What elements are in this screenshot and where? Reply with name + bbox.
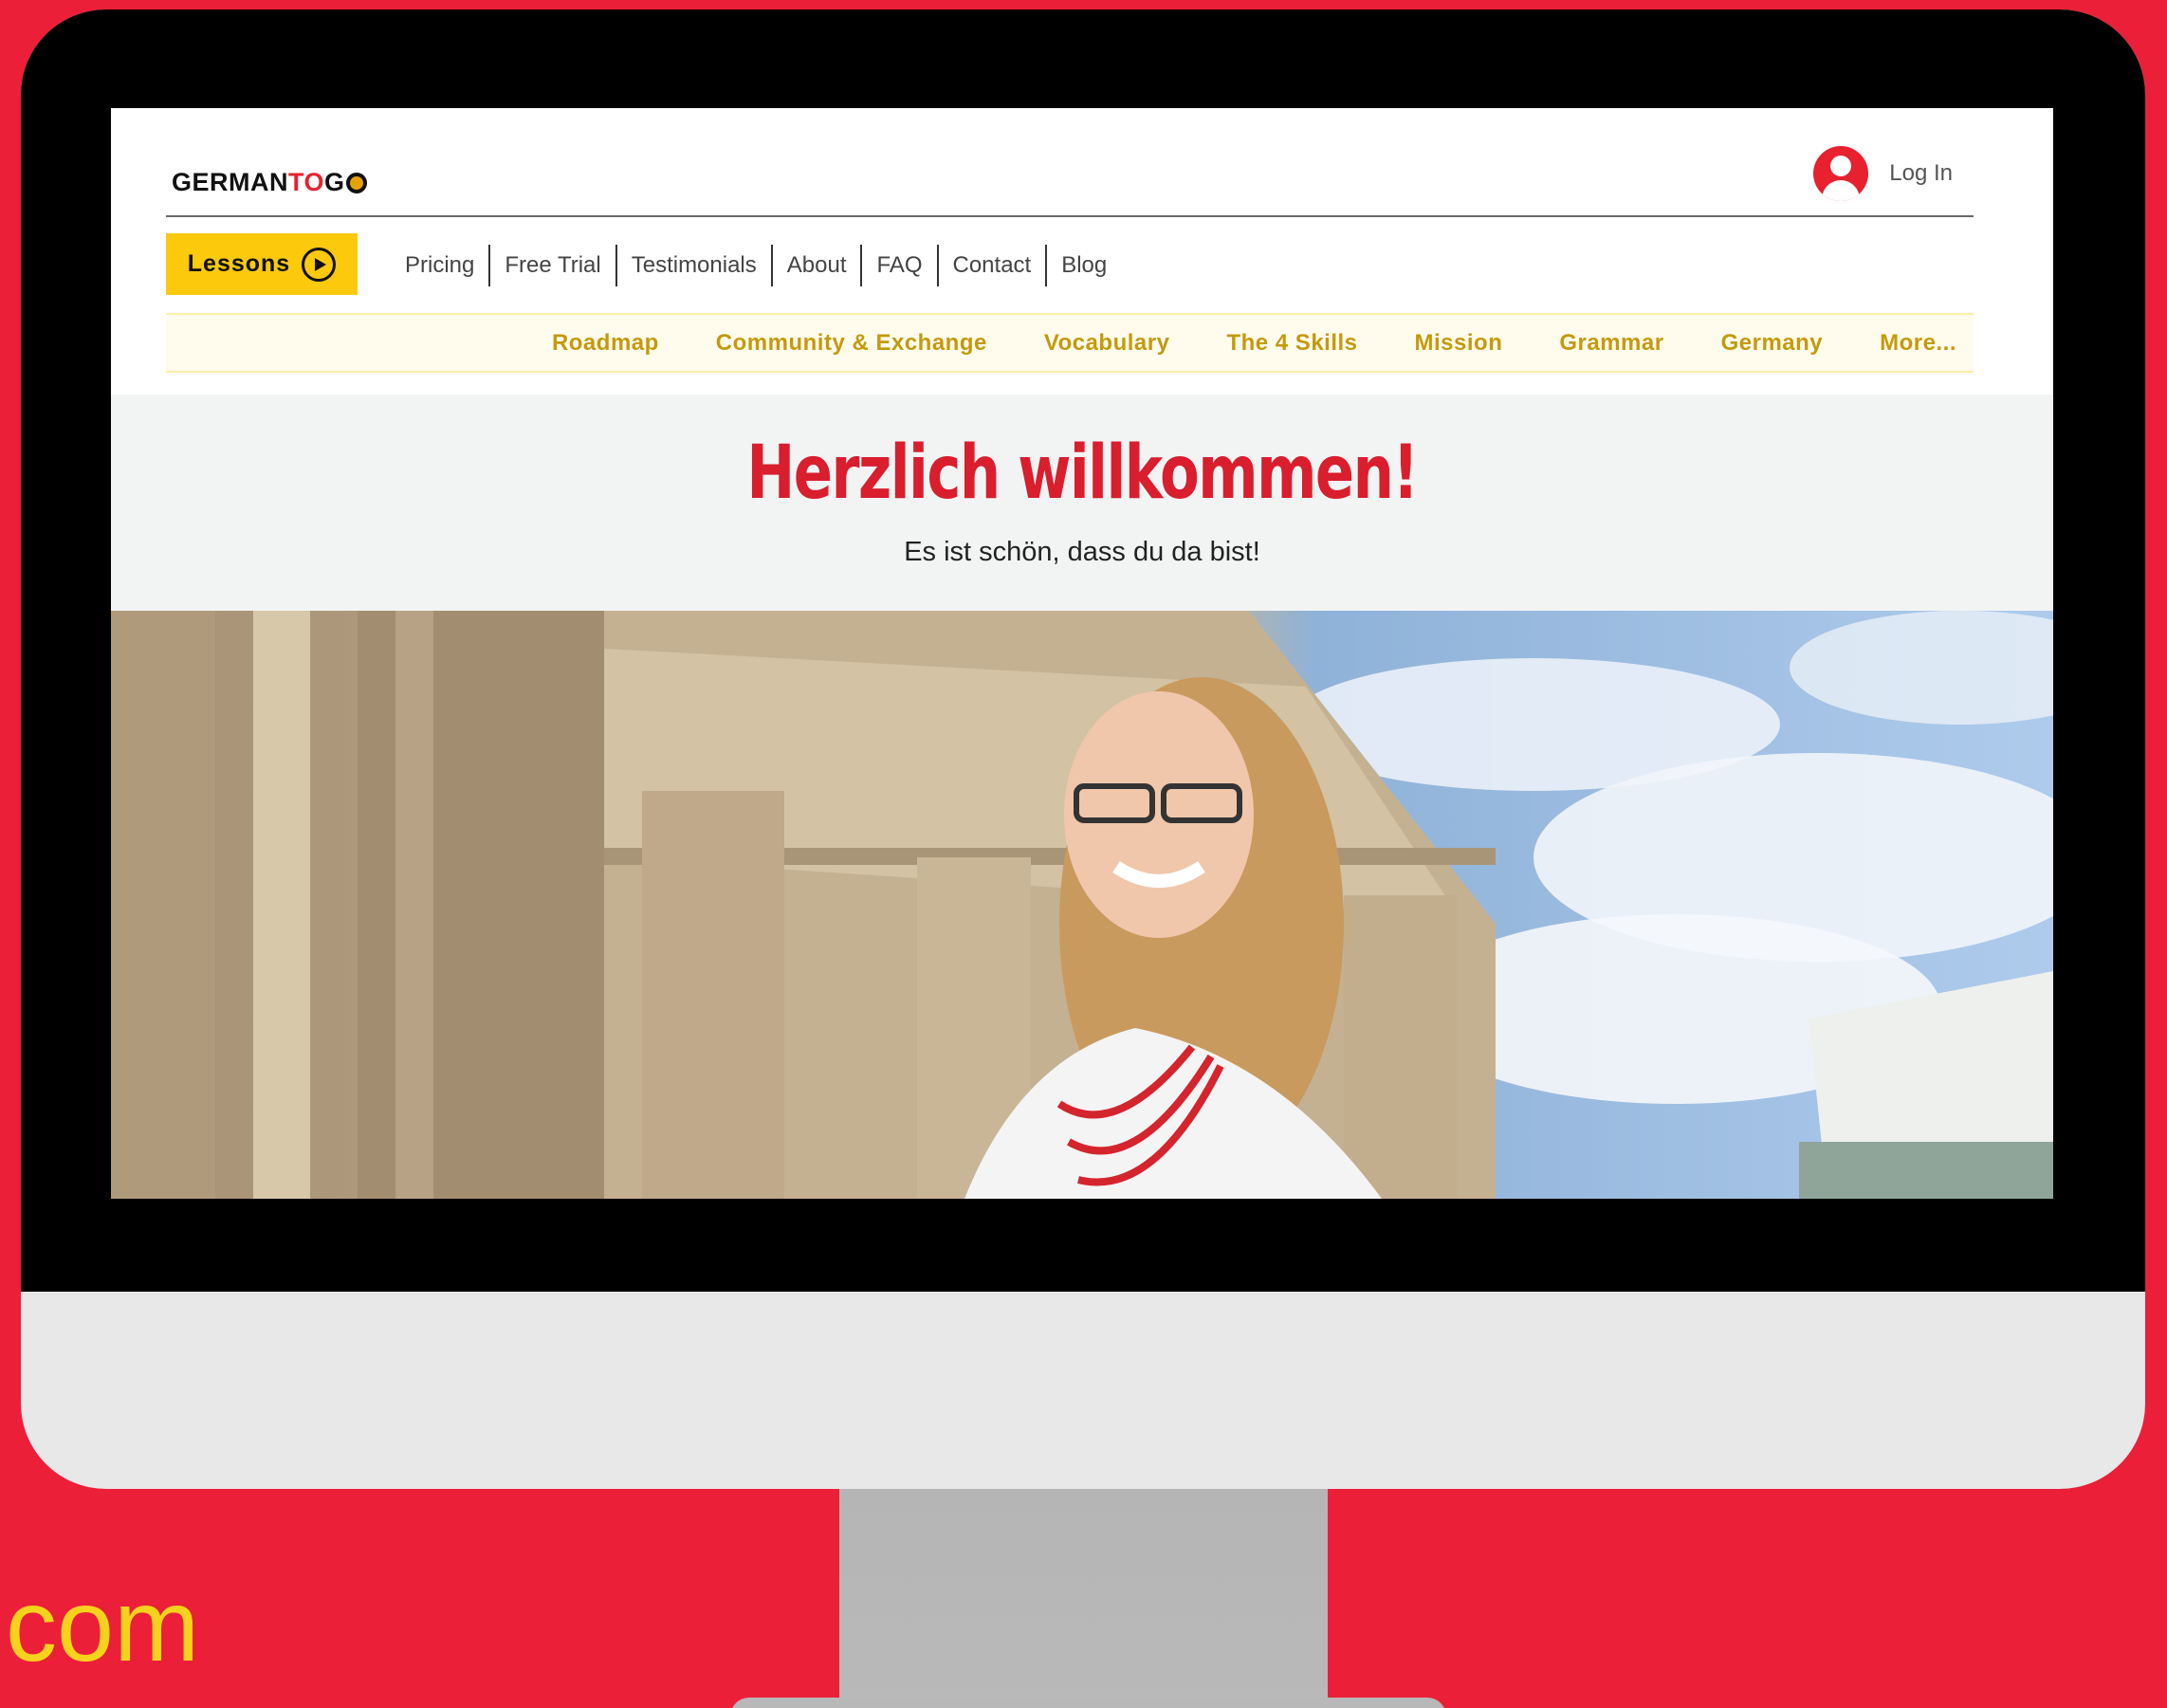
logo-dot-icon [345, 172, 367, 193]
nav-contact[interactable]: Contact [939, 245, 1048, 286]
lessons-label: Lessons [187, 250, 291, 277]
login-label: Log In [1889, 160, 1953, 186]
logo-text-to: TO [288, 168, 325, 196]
nav-free-trial[interactable]: Free Trial [490, 245, 617, 286]
subnav-vocabulary[interactable]: Vocabulary [1044, 330, 1170, 357]
hero-photo [111, 611, 2053, 1199]
nav-blog[interactable]: Blog [1047, 245, 1121, 286]
site-header: GERMAN TO G Log In [166, 108, 1974, 217]
logo-text-g: G [324, 168, 345, 196]
site-logo[interactable]: GERMAN TO G [172, 168, 367, 197]
hero-subtitle: Es ist schön, dass du da bist! [904, 537, 1260, 567]
subnav-roadmap[interactable]: Roadmap [552, 330, 659, 357]
user-avatar-icon [1813, 146, 1869, 201]
sub-nav: Roadmap Community & Exchange Vocabulary … [166, 313, 1974, 373]
logo-text-german: GERMAN [172, 168, 288, 196]
subnav-germany[interactable]: Germany [1721, 330, 1824, 357]
nav-faq[interactable]: FAQ [862, 245, 939, 286]
main-nav: Pricing Free Trial Testimonials About FA… [391, 243, 1121, 288]
nav-testimonials[interactable]: Testimonials [617, 245, 773, 286]
monitor-stand [839, 1489, 1328, 1708]
hero-section: Herzlich willkommen! Es ist schön, dass … [111, 395, 2053, 611]
subnav-community-exchange[interactable]: Community & Exchange [716, 330, 987, 357]
subnav-more[interactable]: More... [1880, 330, 1956, 357]
nav-pricing[interactable]: Pricing [391, 245, 491, 286]
play-icon [302, 247, 337, 282]
hero-title: Herzlich willkommen! [746, 431, 1419, 516]
lessons-button[interactable]: Lessons [166, 233, 358, 295]
login-button[interactable]: Log In [1813, 146, 1953, 201]
subnav-four-skills[interactable]: The 4 Skills [1226, 330, 1357, 357]
website-screen: GERMAN TO G Log In Lessons Pricing Free Tr… [111, 108, 2053, 1199]
nav-about[interactable]: About [773, 245, 863, 286]
subnav-grammar[interactable]: Grammar [1559, 330, 1663, 357]
monitor-stand-base [730, 1698, 1446, 1708]
promo-text: com [6, 1568, 200, 1682]
hero-photo-illustration [111, 611, 2053, 1199]
subnav-mission[interactable]: Mission [1415, 330, 1503, 357]
